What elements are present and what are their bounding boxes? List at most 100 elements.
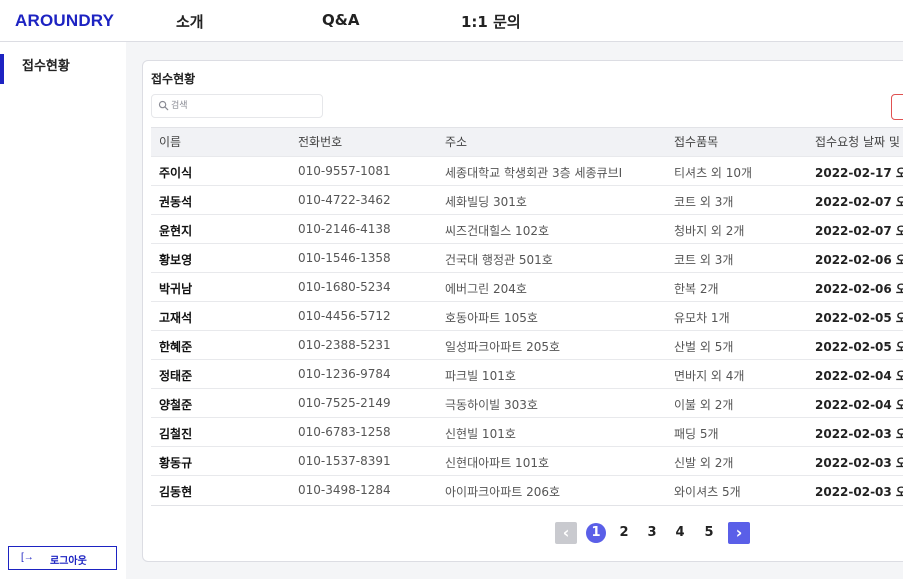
nav-item-qna[interactable]: Q&A (322, 11, 359, 29)
column-header-request-date[interactable]: 접수요청 날짜 및 (815, 133, 900, 150)
cell-address: 파크빌 101호 (445, 369, 516, 383)
table-header: 이름 전화번호 주소 접수품목 접수요청 날짜 및 (151, 128, 903, 156)
pagination-page-5[interactable]: 5 (699, 523, 719, 543)
cell-phone: 010-2388-5231 (298, 338, 391, 352)
cell-name: 정태준 (159, 369, 193, 383)
top-navigation-bar: AROUNDRY 소개 Q&A 1:1 문의 (0, 0, 903, 42)
sidebar-item-label: 접수현황 (22, 59, 70, 74)
logout-icon: [→ (21, 552, 34, 563)
cell-request-date: 2022-02-05 오 (815, 340, 903, 354)
table-row[interactable]: 한혜준 010-2388-5231 일성파크아파트 205호 산벌 외 5개 2022-… (151, 330, 903, 359)
cell-request-date: 2022-02-07 오 (815, 195, 903, 209)
table-row[interactable]: 정태준 010-1236-9784 파크빌 101호 면바지 외 4개 2022-02-… (151, 359, 903, 388)
table-row[interactable]: 주이식 010-9557-1081 세종대학교 학생회관 3층 세종큐브I 티셔츠 외… (151, 156, 903, 185)
logout-label: 로그아웃 (50, 556, 87, 567)
cell-request-date: 2022-02-17 오 (815, 166, 903, 180)
cell-request-date: 2022-02-07 오 (815, 224, 903, 238)
cell-items: 면바지 외 4개 (674, 369, 745, 383)
cell-phone: 010-3498-1284 (298, 483, 391, 497)
cell-phone: 010-1236-9784 (298, 367, 391, 381)
cell-phone: 010-1680-5234 (298, 280, 391, 294)
reception-status-card: 접수현황 이름 전화번호 주소 접수품목 접수요청 날짜 및 주이식 010-95… (142, 60, 903, 562)
cell-request-date: 2022-02-05 오 (815, 311, 903, 325)
cell-items: 이불 외 2개 (674, 398, 734, 412)
cell-address: 아이파크아파트 206호 (445, 485, 561, 499)
action-button-partial[interactable] (891, 94, 903, 120)
cell-items: 코트 외 3개 (674, 253, 734, 267)
cell-request-date: 2022-02-06 오 (815, 253, 903, 267)
cell-address: 세종대학교 학생회관 3층 세종큐브I (445, 166, 623, 180)
table-row[interactable]: 황동규 010-1537-8391 신현대아파트 101호 신발 외 2개 2022-0… (151, 446, 903, 475)
table-row[interactable]: 권동석 010-4722-3462 세화빌딩 301호 코트 외 3개 2022-02-… (151, 185, 903, 214)
cell-name: 주이식 (159, 166, 193, 180)
cell-request-date: 2022-02-03 오 (815, 427, 903, 441)
pagination-prev-button[interactable]: ‹ (555, 522, 577, 544)
cell-address: 신현대아파트 101호 (445, 456, 549, 470)
pagination-page-3[interactable]: 3 (642, 523, 662, 543)
cell-phone: 010-2146-4138 (298, 222, 391, 236)
card-title: 접수현황 (151, 72, 196, 86)
cell-name: 김철진 (159, 427, 193, 441)
table-row[interactable]: 양철준 010-7525-2149 극동하이빌 303호 이불 외 2개 2022-02… (151, 388, 903, 417)
search-icon (158, 100, 169, 111)
cell-address: 신현빌 101호 (445, 427, 516, 441)
logo[interactable]: AROUNDRY (15, 11, 114, 31)
cell-items: 티셔츠 외 10개 (674, 166, 753, 180)
cell-name: 양철준 (159, 398, 193, 412)
table-row[interactable]: 고재석 010-4456-5712 호동아파트 105호 유모차 1개 2022-02-… (151, 301, 903, 330)
nav-item-intro[interactable]: 소개 (176, 11, 204, 32)
cell-phone: 010-4456-5712 (298, 309, 391, 323)
cell-request-date: 2022-02-03 오 (815, 485, 903, 499)
sidebar-active-indicator (0, 54, 4, 84)
column-header-name[interactable]: 이름 (159, 133, 181, 150)
cell-address: 극동하이빌 303호 (445, 398, 538, 412)
cell-items: 유모차 1개 (674, 311, 730, 325)
cell-address: 에버그린 204호 (445, 282, 527, 296)
cell-items: 코트 외 3개 (674, 195, 734, 209)
pagination-page-1[interactable]: 1 (586, 523, 606, 543)
table-row[interactable]: 김철진 010-6783-1258 신현빌 101호 패딩 5개 2022-02-03 … (151, 417, 903, 446)
reception-table: 이름 전화번호 주소 접수품목 접수요청 날짜 및 주이식 010-9557-10… (151, 127, 903, 506)
cell-items: 패딩 5개 (674, 427, 719, 441)
table-row[interactable]: 윤현지 010-2146-4138 씨즈건대힐스 102호 청바지 외 2개 2022-… (151, 214, 903, 243)
pagination-page-2[interactable]: 2 (614, 523, 634, 543)
cell-request-date: 2022-02-04 오 (815, 398, 903, 412)
cell-address: 건국대 행정관 501호 (445, 253, 553, 267)
pagination-page-4[interactable]: 4 (670, 523, 690, 543)
cell-phone: 010-1546-1358 (298, 251, 391, 265)
search-input[interactable] (171, 97, 319, 115)
column-header-address[interactable]: 주소 (445, 133, 467, 150)
cell-items: 한복 2개 (674, 282, 719, 296)
cell-name: 김동현 (159, 485, 193, 499)
cell-request-date: 2022-02-04 오 (815, 369, 903, 383)
cell-address: 세화빌딩 301호 (445, 195, 527, 209)
cell-phone: 010-6783-1258 (298, 425, 391, 439)
table-row[interactable]: 김동현 010-3498-1284 아이파크아파트 206호 와이셔츠 5개 2022-… (151, 475, 903, 504)
cell-request-date: 2022-02-06 오 (815, 282, 903, 296)
nav-item-inquiry[interactable]: 1:1 문의 (461, 11, 521, 32)
cell-phone: 010-4722-3462 (298, 193, 391, 207)
cell-name: 황보영 (159, 253, 193, 267)
cell-name: 한혜준 (159, 340, 193, 354)
table-row[interactable]: 박귀남 010-1680-5234 에버그린 204호 한복 2개 2022-02-06… (151, 272, 903, 301)
cell-items: 산벌 외 5개 (674, 340, 734, 354)
cell-phone: 010-1537-8391 (298, 454, 391, 468)
cell-items: 청바지 외 2개 (674, 224, 745, 238)
search-box (151, 94, 323, 118)
cell-items: 와이셔츠 5개 (674, 485, 741, 499)
sidebar: 접수현황 [→ 로그아웃 (0, 42, 126, 579)
column-header-items[interactable]: 접수품목 (674, 133, 718, 150)
cell-phone: 010-7525-2149 (298, 396, 391, 410)
sidebar-item-reception-status[interactable]: 접수현황 (0, 44, 126, 84)
table-row[interactable]: 황보영 010-1546-1358 건국대 행정관 501호 코트 외 3개 2022-… (151, 243, 903, 272)
pagination-next-button[interactable]: › (728, 522, 750, 544)
cell-address: 호동아파트 105호 (445, 311, 538, 325)
pagination: ‹ 1 2 3 4 5 › (143, 519, 903, 549)
logout-button[interactable]: [→ 로그아웃 (8, 546, 117, 570)
cell-phone: 010-9557-1081 (298, 164, 391, 178)
cell-address: 씨즈건대힐스 102호 (445, 224, 549, 238)
cell-name: 고재석 (159, 311, 193, 325)
cell-name: 윤현지 (159, 224, 193, 238)
column-header-phone[interactable]: 전화번호 (298, 133, 342, 150)
cell-request-date: 2022-02-03 오 (815, 456, 903, 470)
